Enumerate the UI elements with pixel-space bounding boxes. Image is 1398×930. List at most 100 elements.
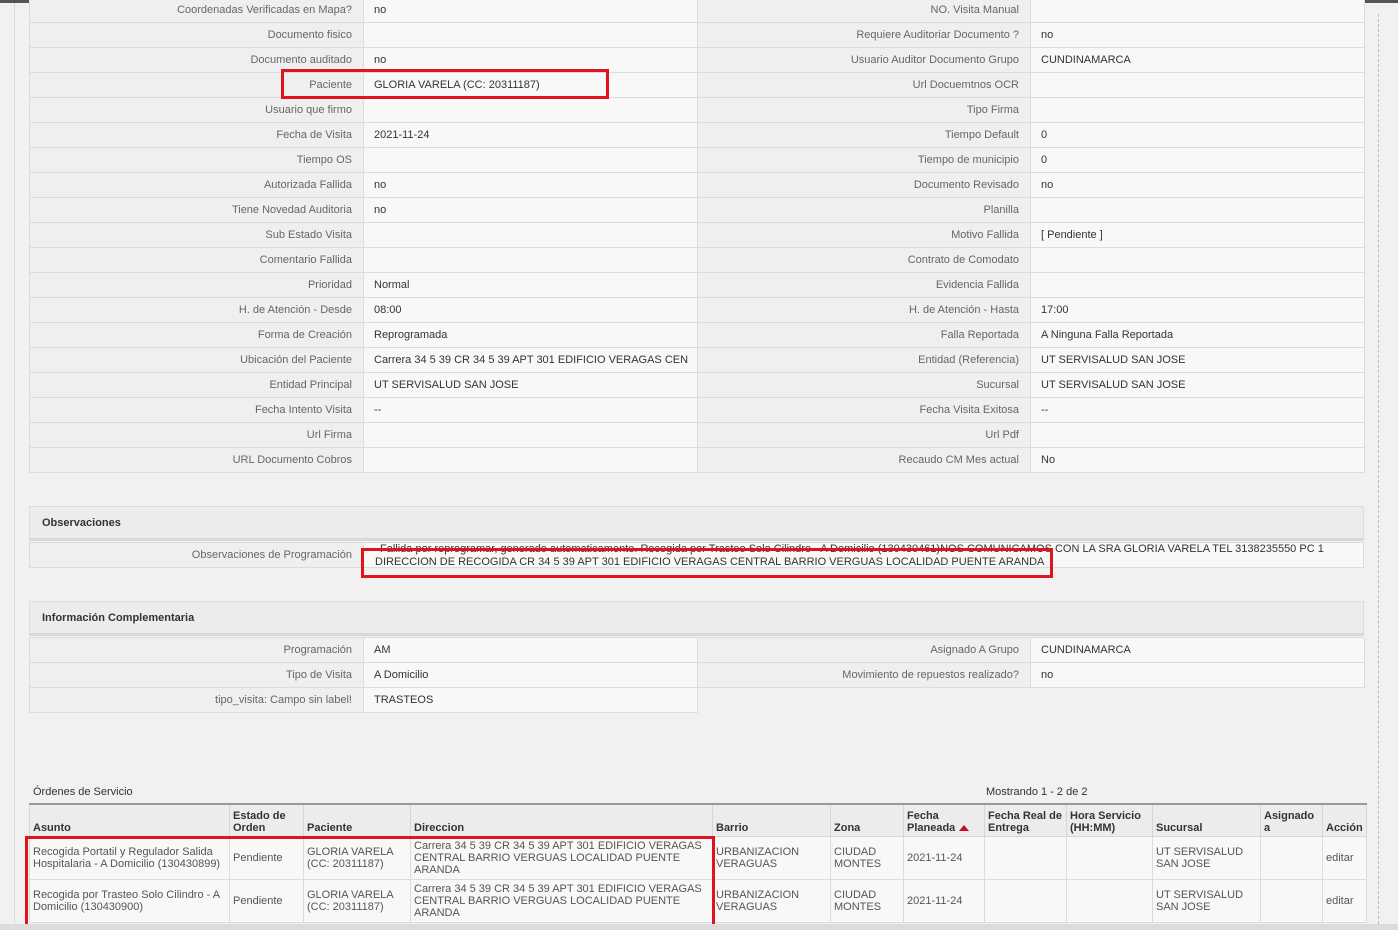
field-label-recaudo-cm-mes-actual: Recaudo CM Mes actual [698, 448, 1031, 473]
field-value-evidencia-fallida [1031, 273, 1365, 298]
field-label-prioridad: Prioridad [30, 273, 364, 298]
field-value-documento-fisico [364, 23, 698, 48]
field-label-no-visita-manual: NO. Visita Manual [698, 0, 1031, 23]
editar-link[interactable]: editar [1322, 835, 1367, 880]
empty-cell [698, 688, 1031, 713]
cell-sucursal: UT SERVISALUD SAN JOSE [1152, 835, 1261, 880]
field-label-usuario-que-firmo: Usuario que firmo [30, 98, 364, 123]
col-header-label: Asunto [33, 821, 71, 834]
cell-hora-servicio-hh-mm [1066, 878, 1153, 923]
col-header-label: Hora Servicio (HH:MM) [1070, 809, 1141, 834]
field-label-forma-de-creacion: Forma de Creación [30, 323, 364, 348]
observaciones-label: Observaciones de Programación [30, 543, 364, 567]
cell-asignado-a [1260, 835, 1323, 880]
empty-cell [1031, 688, 1365, 713]
col-header-accion[interactable]: Acción [1322, 803, 1367, 837]
field-value-tipo-firma [1031, 98, 1365, 123]
col-header-asignado-a[interactable]: Asignado a [1260, 803, 1323, 837]
col-header-label: Paciente [307, 821, 353, 834]
sort-asc-icon[interactable] [959, 824, 970, 831]
col-header-hora-servicio-hh-mm[interactable]: Hora Servicio (HH:MM) [1066, 803, 1153, 837]
cell-sucursal: UT SERVISALUD SAN JOSE [1152, 878, 1261, 923]
col-header-sucursal[interactable]: Sucursal [1152, 803, 1261, 837]
col-header-label: Sucursal [1156, 821, 1203, 834]
field-label-documento-revisado: Documento Revisado [698, 173, 1031, 198]
col-header-asunto[interactable]: Asunto [29, 803, 230, 837]
cell-fecha-planeada: 2021-11-24 [903, 835, 985, 880]
field-value-tipo-visita-campo-sin-label: TRASTEOS [364, 688, 698, 713]
col-header-paciente[interactable]: Paciente [303, 803, 411, 837]
highlight-ordenes [25, 836, 715, 927]
field-value-entidad-referencia: UT SERVISALUD SAN JOSE [1031, 348, 1365, 373]
editar-link[interactable]: editar [1322, 878, 1367, 923]
field-label-sucursal: Sucursal [698, 373, 1031, 398]
field-label-entidad-principal: Entidad Principal [30, 373, 364, 398]
cell-barrio: URBANIZACION VERAGUAS [712, 878, 831, 923]
field-value-url-docuemtnos-ocr [1031, 73, 1365, 98]
field-value-recaudo-cm-mes-actual: No [1031, 448, 1365, 473]
field-value-usuario-que-firmo [364, 98, 698, 123]
field-label-planilla: Planilla [698, 198, 1031, 223]
field-value-movimiento-de-repuestos-realizado: no [1031, 663, 1365, 688]
field-value-tiempo-os [364, 148, 698, 173]
left-gutter-line [14, 3, 15, 930]
field-value-programacion: AM [364, 638, 698, 663]
field-value-tipo-de-visita: A Domicilio [364, 663, 698, 688]
field-value-fecha-de-visita: 2021-11-24 [364, 123, 698, 148]
field-label-tipo-firma: Tipo Firma [698, 98, 1031, 123]
cell-fecha-real-de-entrega [984, 878, 1067, 923]
detalle-visita-grid: Coordenadas Verificadas en Mapa? no NO. Vi… [29, 0, 1365, 473]
field-label-url-docuemtnos-ocr: Url Docuemtnos OCR [698, 73, 1031, 98]
col-header-label: Barrio [716, 821, 749, 834]
col-header-barrio[interactable]: Barrio [712, 803, 831, 837]
field-value-no-visita-manual [1031, 0, 1365, 23]
field-value-contrato-de-comodato [1031, 248, 1365, 273]
cell-hora-servicio-hh-mm [1066, 835, 1153, 880]
col-header-label: Estado de Orden [233, 809, 286, 834]
field-label-url-documento-cobros: URL Documento Cobros [30, 448, 364, 473]
field-label-movimiento-de-repuestos-realizado: Movimiento de repuestos realizado? [698, 663, 1031, 688]
field-value-tiempo-de-municipio: 0 [1031, 148, 1365, 173]
field-value-tiempo-default: 0 [1031, 123, 1365, 148]
field-label-autorizada-fallida: Autorizada Fallida [30, 173, 364, 198]
field-label-usuario-auditor-documento-grupo: Usuario Auditor Documento Grupo [698, 48, 1031, 73]
col-header-fecha-real-de-entrega[interactable]: Fecha Real de Entrega [984, 803, 1067, 837]
field-label-tiempo-default: Tiempo Default [698, 123, 1031, 148]
col-header-label: Acción [1326, 821, 1363, 834]
bottom-scroll-area[interactable] [0, 924, 1398, 930]
field-value-url-firma [364, 423, 698, 448]
complementaria-grid: Programación AM Asignado A Grupo CUNDINAMAR… [29, 637, 1365, 713]
field-value-comentario-fallida [364, 248, 698, 273]
field-value-asignado-a-grupo: CUNDINAMARCA [1031, 638, 1365, 663]
field-value-tiene-novedad-auditoria: no [364, 198, 698, 223]
highlight-paciente [281, 69, 609, 99]
field-value-url-pdf [1031, 423, 1365, 448]
cell-fecha-real-de-entrega [984, 835, 1067, 880]
col-header-estado-de-orden[interactable]: Estado de Orden [229, 803, 304, 837]
field-value-ubicacion-del-paciente: Carrera 34 5 39 CR 34 5 39 APT 301 EDIFI… [364, 348, 698, 373]
field-value-entidad-principal: UT SERVISALUD SAN JOSE [364, 373, 698, 398]
col-header-direccion[interactable]: Direccion [410, 803, 713, 837]
field-label-sub-estado-visita: Sub Estado Visita [30, 223, 364, 248]
observaciones-title: Observaciones [42, 516, 121, 529]
cell-zona: CIUDAD MONTES [830, 835, 904, 880]
field-value-url-documento-cobros [364, 448, 698, 473]
complementaria-title: Información Complementaria [42, 611, 195, 624]
field-value-coordenadas-verificadas-en-mapa: no [364, 0, 698, 23]
field-label-programacion: Programación [30, 638, 364, 663]
col-header-zona[interactable]: Zona [830, 803, 904, 837]
field-value-h-de-atencion-hasta: 17:00 [1031, 298, 1365, 323]
field-label-fecha-visita-exitosa: Fecha Visita Exitosa [698, 398, 1031, 423]
cell-asignado-a [1260, 878, 1323, 923]
field-label-tipo-visita-campo-sin-label: tipo_visita: Campo sin label! [30, 688, 364, 713]
field-value-requiere-auditoriar-documento: no [1031, 23, 1365, 48]
field-label-motivo-fallida: Motivo Fallida [698, 223, 1031, 248]
field-label-tiempo-de-municipio: Tiempo de municipio [698, 148, 1031, 173]
field-label-falla-reportada: Falla Reportada [698, 323, 1031, 348]
field-value-h-de-atencion-desde: 08:00 [364, 298, 698, 323]
col-header-label: Zona [834, 821, 861, 834]
field-label-h-de-atencion-hasta: H. de Atención - Hasta [698, 298, 1031, 323]
field-label-entidad-referencia: Entidad (Referencia) [698, 348, 1031, 373]
col-header-fecha-planeada[interactable]: Fecha Planeada [903, 803, 985, 837]
field-value-usuario-auditor-documento-grupo: CUNDINAMARCA [1031, 48, 1365, 73]
